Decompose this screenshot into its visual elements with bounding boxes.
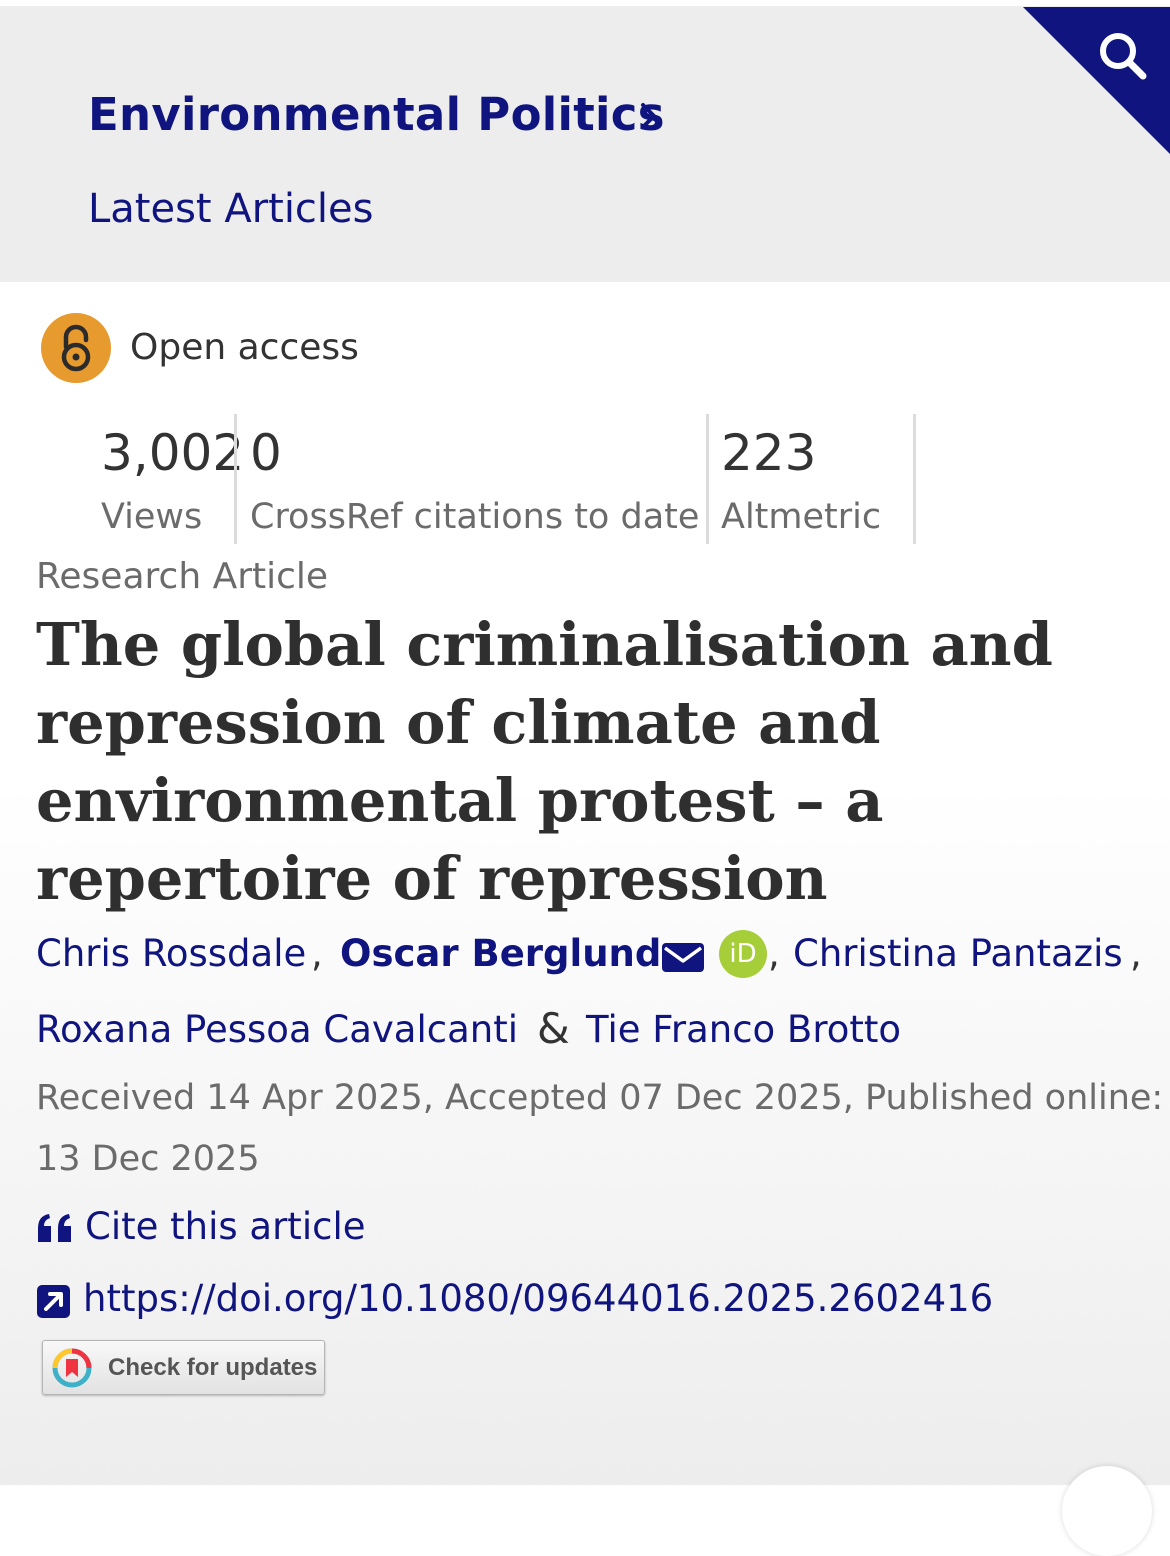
metric-divider [234, 414, 237, 544]
crossmark-icon [52, 1348, 92, 1388]
title-line: repression of climate and [36, 688, 881, 757]
altmetric-score[interactable]: 223 [721, 424, 816, 482]
title-line: repertoire of repression [36, 844, 828, 913]
metric-divider [913, 414, 916, 544]
author-separator: , [311, 932, 323, 975]
latest-articles-link[interactable]: Latest Articles [88, 186, 374, 232]
author-separator: , [1130, 932, 1142, 975]
author-separator: & [537, 1004, 570, 1053]
views-count: 3,002 [101, 424, 245, 482]
external-link-icon [37, 1285, 70, 1318]
orcid-icon[interactable]: iD [719, 930, 767, 978]
author-link[interactable]: Christina Pantazis [793, 932, 1123, 975]
author-link[interactable]: Chris Rossdale [36, 932, 306, 975]
title-line: environmental protest – a [36, 766, 884, 835]
chevron-right-icon [641, 103, 656, 129]
journal-title-link[interactable]: Environmental Politics [88, 88, 665, 141]
journal-header [0, 6, 1170, 282]
author-link[interactable]: Oscar Berglund [340, 932, 661, 975]
crossref-count: 0 [250, 424, 282, 482]
title-line: The global criminalisation and [36, 610, 1053, 679]
quote-icon [38, 1214, 71, 1242]
email-icon[interactable] [661, 940, 705, 974]
search-button[interactable] [1023, 7, 1170, 154]
doi-link[interactable]: https://doi.org/10.1080/09644016.2025.26… [83, 1277, 993, 1320]
article-title: The global criminalisation and repressio… [36, 606, 1146, 918]
open-lock-icon [61, 324, 91, 372]
article-type: Research Article [36, 556, 329, 597]
author-separator: , [768, 932, 780, 975]
floating-action-button[interactable] [1062, 1466, 1152, 1556]
open-access-badge [41, 313, 111, 383]
author-link[interactable]: Roxana Pessoa Cavalcanti [36, 1008, 518, 1051]
publication-dates: Received 14 Apr 2025, Accepted 07 Dec 20… [36, 1078, 1164, 1179]
check-for-updates-button[interactable]: Check for updates [42, 1340, 325, 1395]
cite-article-link[interactable]: Cite this article [85, 1205, 365, 1248]
crossref-label: CrossRef citations to date [250, 497, 700, 537]
views-label: Views [101, 497, 203, 537]
open-access-label: Open access [130, 327, 359, 368]
check-for-updates-label: Check for updates [108, 1354, 318, 1381]
metric-divider [706, 414, 709, 544]
altmetric-label[interactable]: Altmetric [721, 497, 881, 537]
author-link[interactable]: Tie Franco Brotto [586, 1008, 901, 1051]
